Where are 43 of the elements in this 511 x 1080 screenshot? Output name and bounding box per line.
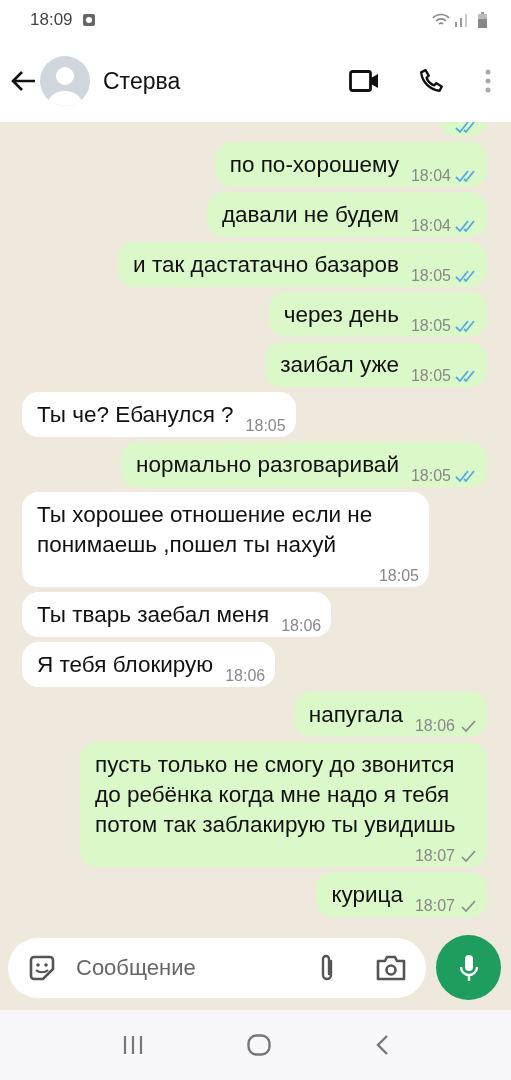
message-text: пусть только не смогу до звонится до ребёнка когда мне надо я тебя потом так заблакирую ты увидишь <box>95 751 457 839</box>
recent-apps-button[interactable] <box>121 1035 144 1055</box>
sticker-icon[interactable] <box>28 953 56 982</box>
back-button[interactable] <box>10 70 36 92</box>
message-time: 18:06 <box>414 718 455 734</box>
camera-icon[interactable] <box>376 954 406 981</box>
message-time: 18:04 <box>410 218 451 234</box>
contact-name[interactable]: Стерва <box>103 67 349 95</box>
microphone-icon <box>459 953 478 982</box>
message-time: 18:05 <box>378 568 419 584</box>
message-text: Я тебя блокирую <box>37 651 214 679</box>
message-text: и так дастатачно базаров <box>133 251 399 279</box>
message-time: 18:07 <box>414 898 455 914</box>
clock-time: 18:09 <box>30 10 73 30</box>
home-button[interactable] <box>247 1034 272 1056</box>
message-time: 18:05 <box>410 368 451 384</box>
message-text: нормально разговаривай <box>136 451 399 479</box>
notification-icon <box>82 14 95 26</box>
message-field[interactable]: Сообщение <box>8 937 426 998</box>
back-nav-button[interactable] <box>375 1034 390 1056</box>
message-text: напугала <box>308 701 403 729</box>
message-text: Ты хорошее отношение если не понимаешь ,пошел ты нахуй <box>37 501 374 559</box>
message-time: 18:05 <box>245 418 286 434</box>
video-call-button[interactable] <box>349 70 379 92</box>
message-text: курица <box>331 881 403 909</box>
signal-icon <box>454 13 468 27</box>
wifi-icon <box>432 13 450 27</box>
message-text: Ты че? Ебанулся ? <box>37 401 234 429</box>
message-time: 18:06 <box>281 618 322 634</box>
message-text: давали не будем <box>221 201 399 229</box>
battery-icon <box>478 12 487 28</box>
message-time: 18:05 <box>410 468 451 484</box>
message-text: через день <box>283 301 399 329</box>
message-text: заибал уже <box>280 351 399 379</box>
message-input[interactable]: Сообщение <box>74 953 300 982</box>
message-text: Ты тварь заебал меня <box>37 601 270 629</box>
message-text: по по-хорошему <box>229 151 399 179</box>
phone-call-button[interactable] <box>419 68 445 94</box>
message-time: 18:07 <box>414 848 455 864</box>
message-time: 18:06 <box>225 668 266 684</box>
message-time: 18:05 <box>410 318 451 334</box>
message-time: 18:04 <box>410 168 451 184</box>
message-time: 18:05 <box>410 268 451 284</box>
